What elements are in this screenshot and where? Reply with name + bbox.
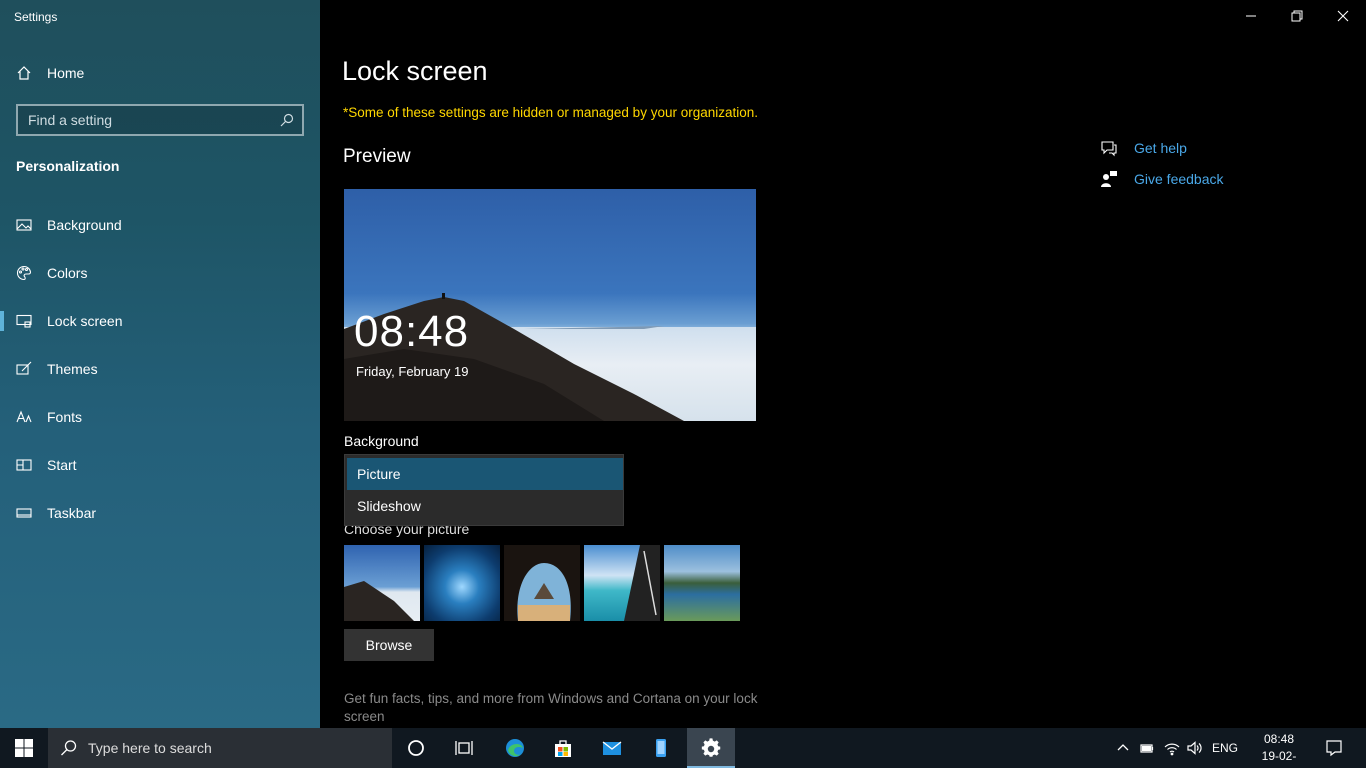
sidebar-item-label: Taskbar bbox=[47, 505, 97, 521]
sidebar-item-start[interactable]: Start bbox=[0, 445, 320, 485]
cortana-circle-icon bbox=[408, 740, 424, 756]
task-view-icon bbox=[455, 741, 473, 755]
search-icon bbox=[280, 113, 294, 127]
volume-icon[interactable] bbox=[1186, 740, 1202, 756]
phone-app-button[interactable] bbox=[637, 728, 685, 768]
find-setting-input[interactable]: Find a setting bbox=[16, 104, 304, 136]
taskbar-search-box[interactable]: Type here to search bbox=[48, 728, 392, 768]
sidebar-item-label: Fonts bbox=[47, 409, 83, 425]
battery-icon[interactable] bbox=[1139, 740, 1155, 756]
sidebar: Settings Home Find a setting Personaliza… bbox=[0, 0, 320, 728]
section-personalization: Personalization bbox=[16, 158, 120, 174]
wifi-icon[interactable] bbox=[1164, 740, 1180, 756]
sidebar-item-fonts[interactable]: Fonts bbox=[0, 397, 320, 437]
sidebar-item-label: Colors bbox=[47, 265, 88, 281]
start-grid-icon bbox=[16, 459, 32, 471]
cortana-button[interactable] bbox=[392, 728, 440, 768]
picture-thumbnails bbox=[344, 545, 740, 621]
dropdown-option-picture[interactable]: Picture bbox=[347, 458, 623, 490]
taskbar-search-placeholder: Type here to search bbox=[88, 740, 212, 756]
feedback-person-icon bbox=[1101, 171, 1117, 187]
brush-icon bbox=[16, 361, 32, 375]
give-feedback-label: Give feedback bbox=[1134, 171, 1224, 187]
sidebar-item-themes[interactable]: Themes bbox=[0, 349, 320, 389]
sidebar-item-background[interactable]: Background bbox=[0, 205, 320, 245]
task-view-button[interactable] bbox=[440, 728, 488, 768]
edge-app-button[interactable] bbox=[491, 728, 539, 768]
home-icon bbox=[17, 66, 31, 80]
store-bag-icon bbox=[555, 740, 571, 757]
edge-browser-icon bbox=[506, 739, 524, 757]
fun-facts-label: Get fun facts, tips, and more from Windo… bbox=[344, 691, 758, 724]
picture-icon bbox=[16, 219, 32, 231]
lock-screen-preview: 08:48 Friday, February 19 bbox=[344, 189, 756, 421]
preview-mountain bbox=[344, 293, 684, 421]
chevron-up-icon[interactable] bbox=[1115, 740, 1131, 756]
page-title: Lock screen bbox=[342, 56, 488, 86]
sidebar-item-taskbar[interactable]: Taskbar bbox=[0, 493, 320, 533]
taskbar: Type here to search ENG 08:48 19-02-2021 bbox=[0, 728, 1366, 768]
get-help-label: Get help bbox=[1134, 140, 1187, 156]
mail-envelope-icon bbox=[602, 741, 622, 755]
windows-logo-icon bbox=[15, 739, 33, 757]
gear-icon bbox=[701, 738, 721, 757]
sidebar-item-colors[interactable]: Colors bbox=[0, 253, 320, 293]
thumb-window-sea bbox=[624, 545, 660, 621]
app-title: Settings bbox=[14, 10, 58, 24]
lock-screen-icon bbox=[16, 314, 32, 328]
phone-device-icon bbox=[656, 739, 666, 757]
picture-thumbnail[interactable] bbox=[664, 545, 740, 621]
thumb-cave-beach bbox=[517, 563, 571, 621]
close-icon bbox=[1337, 10, 1349, 22]
clock-date: 19-02-2021 bbox=[1261, 749, 1297, 768]
preview-heading: Preview bbox=[343, 146, 411, 167]
restore-button[interactable] bbox=[1274, 0, 1320, 32]
background-dropdown[interactable]: Picture Slideshow bbox=[344, 454, 624, 526]
sidebar-item-label: Lock screen bbox=[47, 313, 123, 329]
give-feedback-link[interactable]: Give feedback bbox=[1100, 170, 1224, 188]
picture-thumbnail[interactable] bbox=[424, 545, 500, 621]
store-app-button[interactable] bbox=[539, 728, 587, 768]
taskbar-clock[interactable]: 08:48 19-02-2021 bbox=[1252, 731, 1306, 768]
home-label: Home bbox=[47, 65, 85, 81]
minimize-icon bbox=[1246, 15, 1256, 17]
search-icon bbox=[61, 740, 77, 756]
background-label: Background bbox=[344, 433, 419, 449]
home-nav[interactable]: Home bbox=[16, 62, 84, 84]
dropdown-option-slideshow[interactable]: Slideshow bbox=[347, 490, 623, 522]
browse-button[interactable]: Browse bbox=[344, 629, 434, 661]
restore-icon bbox=[1291, 10, 1303, 22]
font-icon bbox=[16, 410, 32, 423]
taskbar-icon bbox=[16, 508, 32, 518]
preview-time: 08:48 bbox=[354, 307, 470, 356]
minimize-button[interactable] bbox=[1228, 0, 1274, 32]
get-help-link[interactable]: Get help bbox=[1100, 139, 1187, 157]
help-chat-icon bbox=[1101, 141, 1117, 157]
settings-app-button[interactable] bbox=[687, 728, 735, 768]
notification-icon[interactable] bbox=[1325, 739, 1343, 757]
org-managed-note: *Some of these settings are hidden or ma… bbox=[343, 105, 759, 120]
picture-thumbnail[interactable] bbox=[584, 545, 660, 621]
language-indicator[interactable]: ENG bbox=[1212, 741, 1238, 755]
close-button[interactable] bbox=[1320, 0, 1366, 32]
clock-time: 08:48 bbox=[1263, 732, 1295, 746]
sidebar-item-label: Start bbox=[47, 457, 77, 473]
sidebar-item-label: Themes bbox=[47, 361, 98, 377]
sidebar-item-label: Background bbox=[47, 217, 122, 233]
picture-thumbnail[interactable] bbox=[344, 545, 420, 621]
thumb-mountain bbox=[344, 581, 414, 621]
search-placeholder: Find a setting bbox=[28, 112, 113, 128]
picture-thumbnail[interactable] bbox=[504, 545, 580, 621]
mail-app-button[interactable] bbox=[588, 728, 636, 768]
palette-icon bbox=[16, 265, 32, 281]
start-button[interactable] bbox=[0, 728, 48, 768]
sidebar-item-lock-screen[interactable]: Lock screen bbox=[0, 301, 320, 341]
preview-date: Friday, February 19 bbox=[356, 364, 469, 379]
